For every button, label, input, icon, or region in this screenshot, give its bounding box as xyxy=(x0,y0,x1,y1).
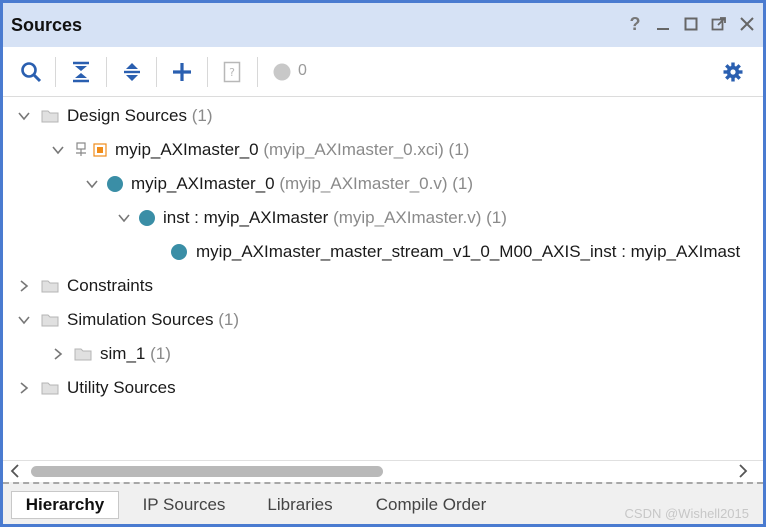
tree-node-label: Simulation Sources xyxy=(67,310,214,329)
chevron-down-icon[interactable] xyxy=(17,109,31,123)
toolbar: ? 0 xyxy=(3,47,763,97)
ip-hierarchy-icon xyxy=(76,142,86,156)
tree-node-count: (1) xyxy=(150,344,171,363)
properties-icon: ? xyxy=(223,61,241,83)
chevron-down-icon[interactable] xyxy=(17,313,31,327)
sources-tree: Design Sources (1) myip_AXImaster_0 (myi… xyxy=(3,98,763,460)
tree-node-count: (1) xyxy=(191,106,213,125)
folder-icon xyxy=(41,314,59,327)
tree-node-count: (1) xyxy=(448,140,470,159)
float-button[interactable] xyxy=(709,13,729,35)
tree-node-label: myip_AXImaster_0 xyxy=(115,140,259,159)
status-indicator xyxy=(268,58,296,86)
tree-node-top-module[interactable]: myip_AXImaster_0 (myip_AXImaster_0.v) (1… xyxy=(85,170,473,198)
question-icon: ? xyxy=(629,13,641,34)
close-icon xyxy=(740,17,754,31)
title-bar: Sources ? xyxy=(3,3,763,47)
minimize-button[interactable] xyxy=(653,13,673,35)
tree-node-label: Utility Sources xyxy=(67,378,176,397)
horizontal-scrollbar[interactable] xyxy=(3,460,763,482)
tree-node-file: (myip_AXImaster.v) xyxy=(333,208,482,227)
bottom-tab-bar: Hierarchy IP Sources Libraries Compile O… xyxy=(3,482,763,524)
module-dot-icon xyxy=(139,210,155,226)
tree-node-count: (1) xyxy=(452,174,474,193)
tree-node-inst[interactable]: inst : myip_AXImaster (myip_AXImaster.v)… xyxy=(117,204,507,232)
search-button[interactable] xyxy=(17,58,45,86)
help-button[interactable]: ? xyxy=(625,13,645,35)
tree-node-label: myip_AXImaster_master_stream_v1_0_M00_AX… xyxy=(196,242,741,261)
toolbar-separator xyxy=(257,57,258,87)
chevron-down-icon[interactable] xyxy=(117,211,131,225)
collapse-all-icon xyxy=(73,61,89,83)
tree-node-file: (myip_AXImaster_0.xci) xyxy=(263,140,444,159)
tree-node-label: Constraints xyxy=(67,276,153,295)
expand-all-button[interactable] xyxy=(118,58,146,86)
chevron-right-icon[interactable] xyxy=(17,381,31,395)
tree-node-simulation-sources[interactable]: Simulation Sources (1) xyxy=(17,306,239,334)
scroll-right-icon[interactable] xyxy=(737,463,749,479)
tree-node-constraints[interactable]: Constraints xyxy=(17,272,153,300)
svg-text:?: ? xyxy=(229,66,235,79)
maximize-button[interactable] xyxy=(681,13,701,35)
tree-node-label: myip_AXImaster_0 xyxy=(131,174,275,193)
window-controls: ? xyxy=(625,13,757,35)
tree-node-count: (1) xyxy=(486,208,507,227)
tree-node-ip[interactable]: myip_AXImaster_0 (myip_AXImaster_0.xci) … xyxy=(51,136,469,164)
search-icon xyxy=(21,62,42,83)
properties-button[interactable]: ? xyxy=(218,58,246,86)
folder-icon xyxy=(41,280,59,293)
tab-compile-order[interactable]: Compile Order xyxy=(361,491,501,519)
add-icon xyxy=(173,63,191,81)
toolbar-separator xyxy=(207,57,208,87)
add-sources-button[interactable] xyxy=(168,58,196,86)
toolbar-separator xyxy=(106,57,107,87)
tree-node-design-sources[interactable]: Design Sources (1) xyxy=(17,102,213,130)
tree-node-sim-1[interactable]: sim_1 (1) xyxy=(51,340,171,368)
maximize-icon xyxy=(684,17,698,31)
status-count: 0 xyxy=(298,62,307,79)
tree-node-label: Design Sources xyxy=(67,106,188,125)
module-dot-icon xyxy=(107,176,123,192)
ip-block-icon xyxy=(93,143,107,157)
tree-node-count: (1) xyxy=(218,310,239,329)
toolbar-separator xyxy=(156,57,157,87)
folder-icon xyxy=(41,110,59,123)
toolbar-separator xyxy=(55,57,56,87)
tree-node-label: inst : myip_AXImaster xyxy=(163,208,329,227)
collapse-all-button[interactable] xyxy=(67,58,95,86)
chevron-right-icon[interactable] xyxy=(17,279,31,293)
scroll-left-icon[interactable] xyxy=(9,463,21,479)
tab-libraries[interactable]: Libraries xyxy=(251,491,349,519)
tree-node-utility-sources[interactable]: Utility Sources xyxy=(17,374,176,402)
chevron-down-icon[interactable] xyxy=(51,143,65,157)
gear-icon xyxy=(723,62,743,82)
tab-hierarchy[interactable]: Hierarchy xyxy=(11,491,119,519)
close-button[interactable] xyxy=(737,13,757,35)
settings-button[interactable] xyxy=(719,58,747,86)
scrollbar-thumb[interactable] xyxy=(31,466,383,477)
chevron-right-icon[interactable] xyxy=(51,347,65,361)
status-dot-icon xyxy=(273,63,291,81)
expand-all-icon xyxy=(124,63,140,81)
tree-node-file: (myip_AXImaster_0.v) xyxy=(279,174,448,193)
tree-node-stream-inst[interactable]: myip_AXImaster_master_stream_v1_0_M00_AX… xyxy=(171,238,740,266)
folder-icon xyxy=(41,382,59,395)
float-icon xyxy=(711,17,726,31)
chevron-down-icon[interactable] xyxy=(85,177,99,191)
minimize-icon xyxy=(657,28,669,30)
tab-ip-sources[interactable]: IP Sources xyxy=(129,491,239,519)
watermark: CSDN @Wishell2015 xyxy=(624,506,749,521)
module-dot-icon xyxy=(171,244,187,260)
folder-icon xyxy=(74,348,92,361)
tree-node-label: sim_1 xyxy=(100,344,146,363)
panel-title: Sources xyxy=(11,14,83,35)
sources-window: Sources ? ? 0 Design Sources (1) myip_AX… xyxy=(0,0,766,527)
